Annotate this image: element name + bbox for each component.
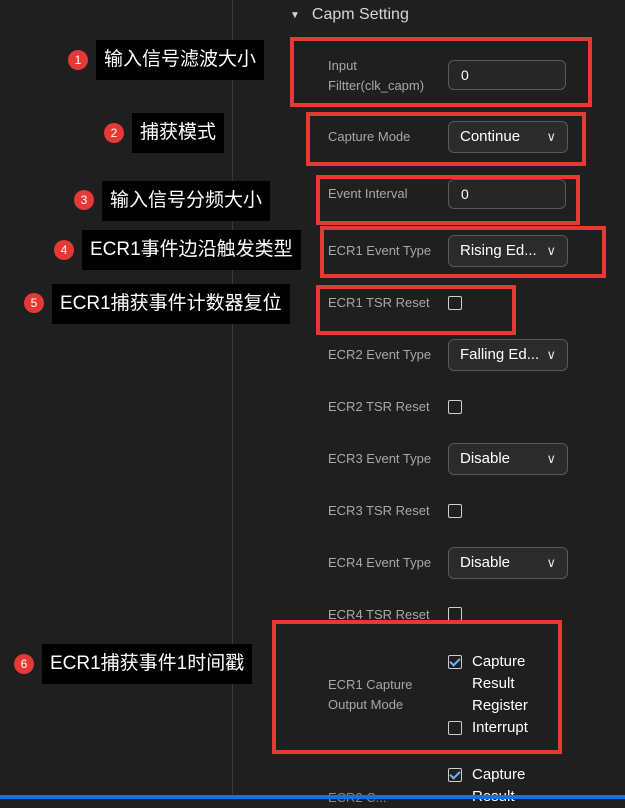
annotation-note-3: 输入信号分频大小 xyxy=(102,181,271,221)
annotation-note-2: 捕获模式 xyxy=(132,113,225,153)
ecr2-event-type-value: Falling Ed... xyxy=(460,346,540,363)
ecr2-tsr-reset-checkbox[interactable] xyxy=(448,400,462,414)
annotation-badge-6: 6 xyxy=(14,654,34,674)
ecr4-event-type-select[interactable]: Disable ∨ xyxy=(448,547,568,579)
ecr2-event-type-select[interactable]: Falling Ed... ∨ xyxy=(448,339,568,371)
chevron-down-icon: ∨ xyxy=(546,555,556,570)
highlight-box-3 xyxy=(316,175,580,225)
annotation-note-6: ECR1捕获事件1时间戳 xyxy=(42,644,253,684)
annotation-badge-2: 2 xyxy=(104,123,124,143)
chevron-down-icon: ∨ xyxy=(546,451,556,466)
ecr3-tsr-reset-label: ECR3 TSR Reset xyxy=(328,503,430,518)
annotation-note-5: ECR1捕获事件计数器复位 xyxy=(52,284,290,324)
annotation-note-4: ECR1事件边沿触发类型 xyxy=(82,230,301,270)
section-title: Capm Setting xyxy=(311,6,409,23)
annotation-badge-1: 1 xyxy=(68,50,88,70)
ecr3-event-type-select[interactable]: Disable ∨ xyxy=(448,443,568,475)
ecr2-tsr-reset-label: ECR2 TSR Reset xyxy=(328,399,430,414)
annotation-badge-4: 4 xyxy=(54,240,74,260)
ecr3-event-type-value: Disable xyxy=(460,450,511,467)
annotation-badge-3: 3 xyxy=(74,190,94,210)
highlight-box-4 xyxy=(320,226,606,278)
ecr3-event-type-label: ECR3 Event Type xyxy=(328,451,432,466)
ecr4-event-type-label: ECR4 Event Type xyxy=(328,555,432,570)
highlight-box-1 xyxy=(290,37,592,107)
annotation-note-1: 输入信号滤波大小 xyxy=(96,40,265,80)
highlight-box-2 xyxy=(306,112,586,166)
ecr2-capture-result-label: Capture Result xyxy=(472,766,526,805)
annotation-badge-5: 5 xyxy=(24,293,44,313)
collapse-triangle-icon[interactable]: ▼ xyxy=(290,10,300,21)
ecr4-tsr-reset-checkbox[interactable] xyxy=(448,607,462,621)
ecr3-tsr-reset-checkbox[interactable] xyxy=(448,504,462,518)
chevron-down-icon: ∨ xyxy=(546,347,556,362)
highlight-box-6 xyxy=(272,620,562,754)
ecr4-event-type-value: Disable xyxy=(460,554,511,571)
ecr2-capture-result-checkbox[interactable] xyxy=(448,768,462,782)
section-header[interactable]: ▼ Capm Setting xyxy=(290,6,409,24)
highlight-box-5 xyxy=(316,285,516,335)
status-bar xyxy=(0,795,625,799)
ecr2-event-type-label: ECR2 Event Type xyxy=(328,347,432,362)
